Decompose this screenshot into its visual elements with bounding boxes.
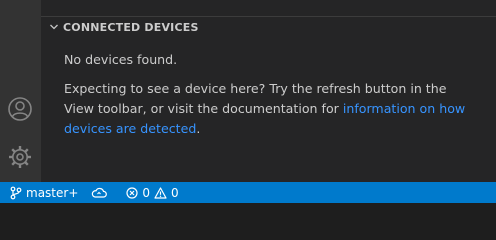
account-icon[interactable] (6, 95, 34, 123)
no-devices-message: No devices found. (64, 52, 178, 67)
previous-section-area (41, 0, 496, 17)
error-icon (126, 186, 142, 199)
problems-status[interactable]: 0 0 (116, 182, 183, 203)
sidebar: CONNECTED DEVICES No devices found. Expe… (41, 0, 496, 182)
error-count: 0 (142, 185, 151, 200)
explanation-text: Expecting to see a device here? Try the … (64, 79, 474, 139)
status-bar: master+ 0 0 (0, 182, 496, 203)
section-header-connected-devices[interactable]: CONNECTED DEVICES (41, 17, 496, 37)
branch-name: master+ (26, 185, 79, 200)
warning-count: 0 (171, 185, 179, 200)
section-title: CONNECTED DEVICES (63, 20, 199, 34)
git-branch-icon (10, 186, 26, 200)
chevron-down-icon[interactable] (45, 22, 63, 32)
warning-icon (154, 186, 171, 199)
sync-status[interactable] (83, 182, 116, 203)
branch-status[interactable]: master+ (0, 182, 83, 203)
settings-gear-icon[interactable] (6, 143, 34, 171)
activity-bar (0, 0, 41, 182)
cloud-sync-icon (91, 187, 111, 199)
section-content: No devices found. Expecting to see a dev… (64, 50, 474, 139)
explanation-suffix: . (196, 121, 201, 136)
